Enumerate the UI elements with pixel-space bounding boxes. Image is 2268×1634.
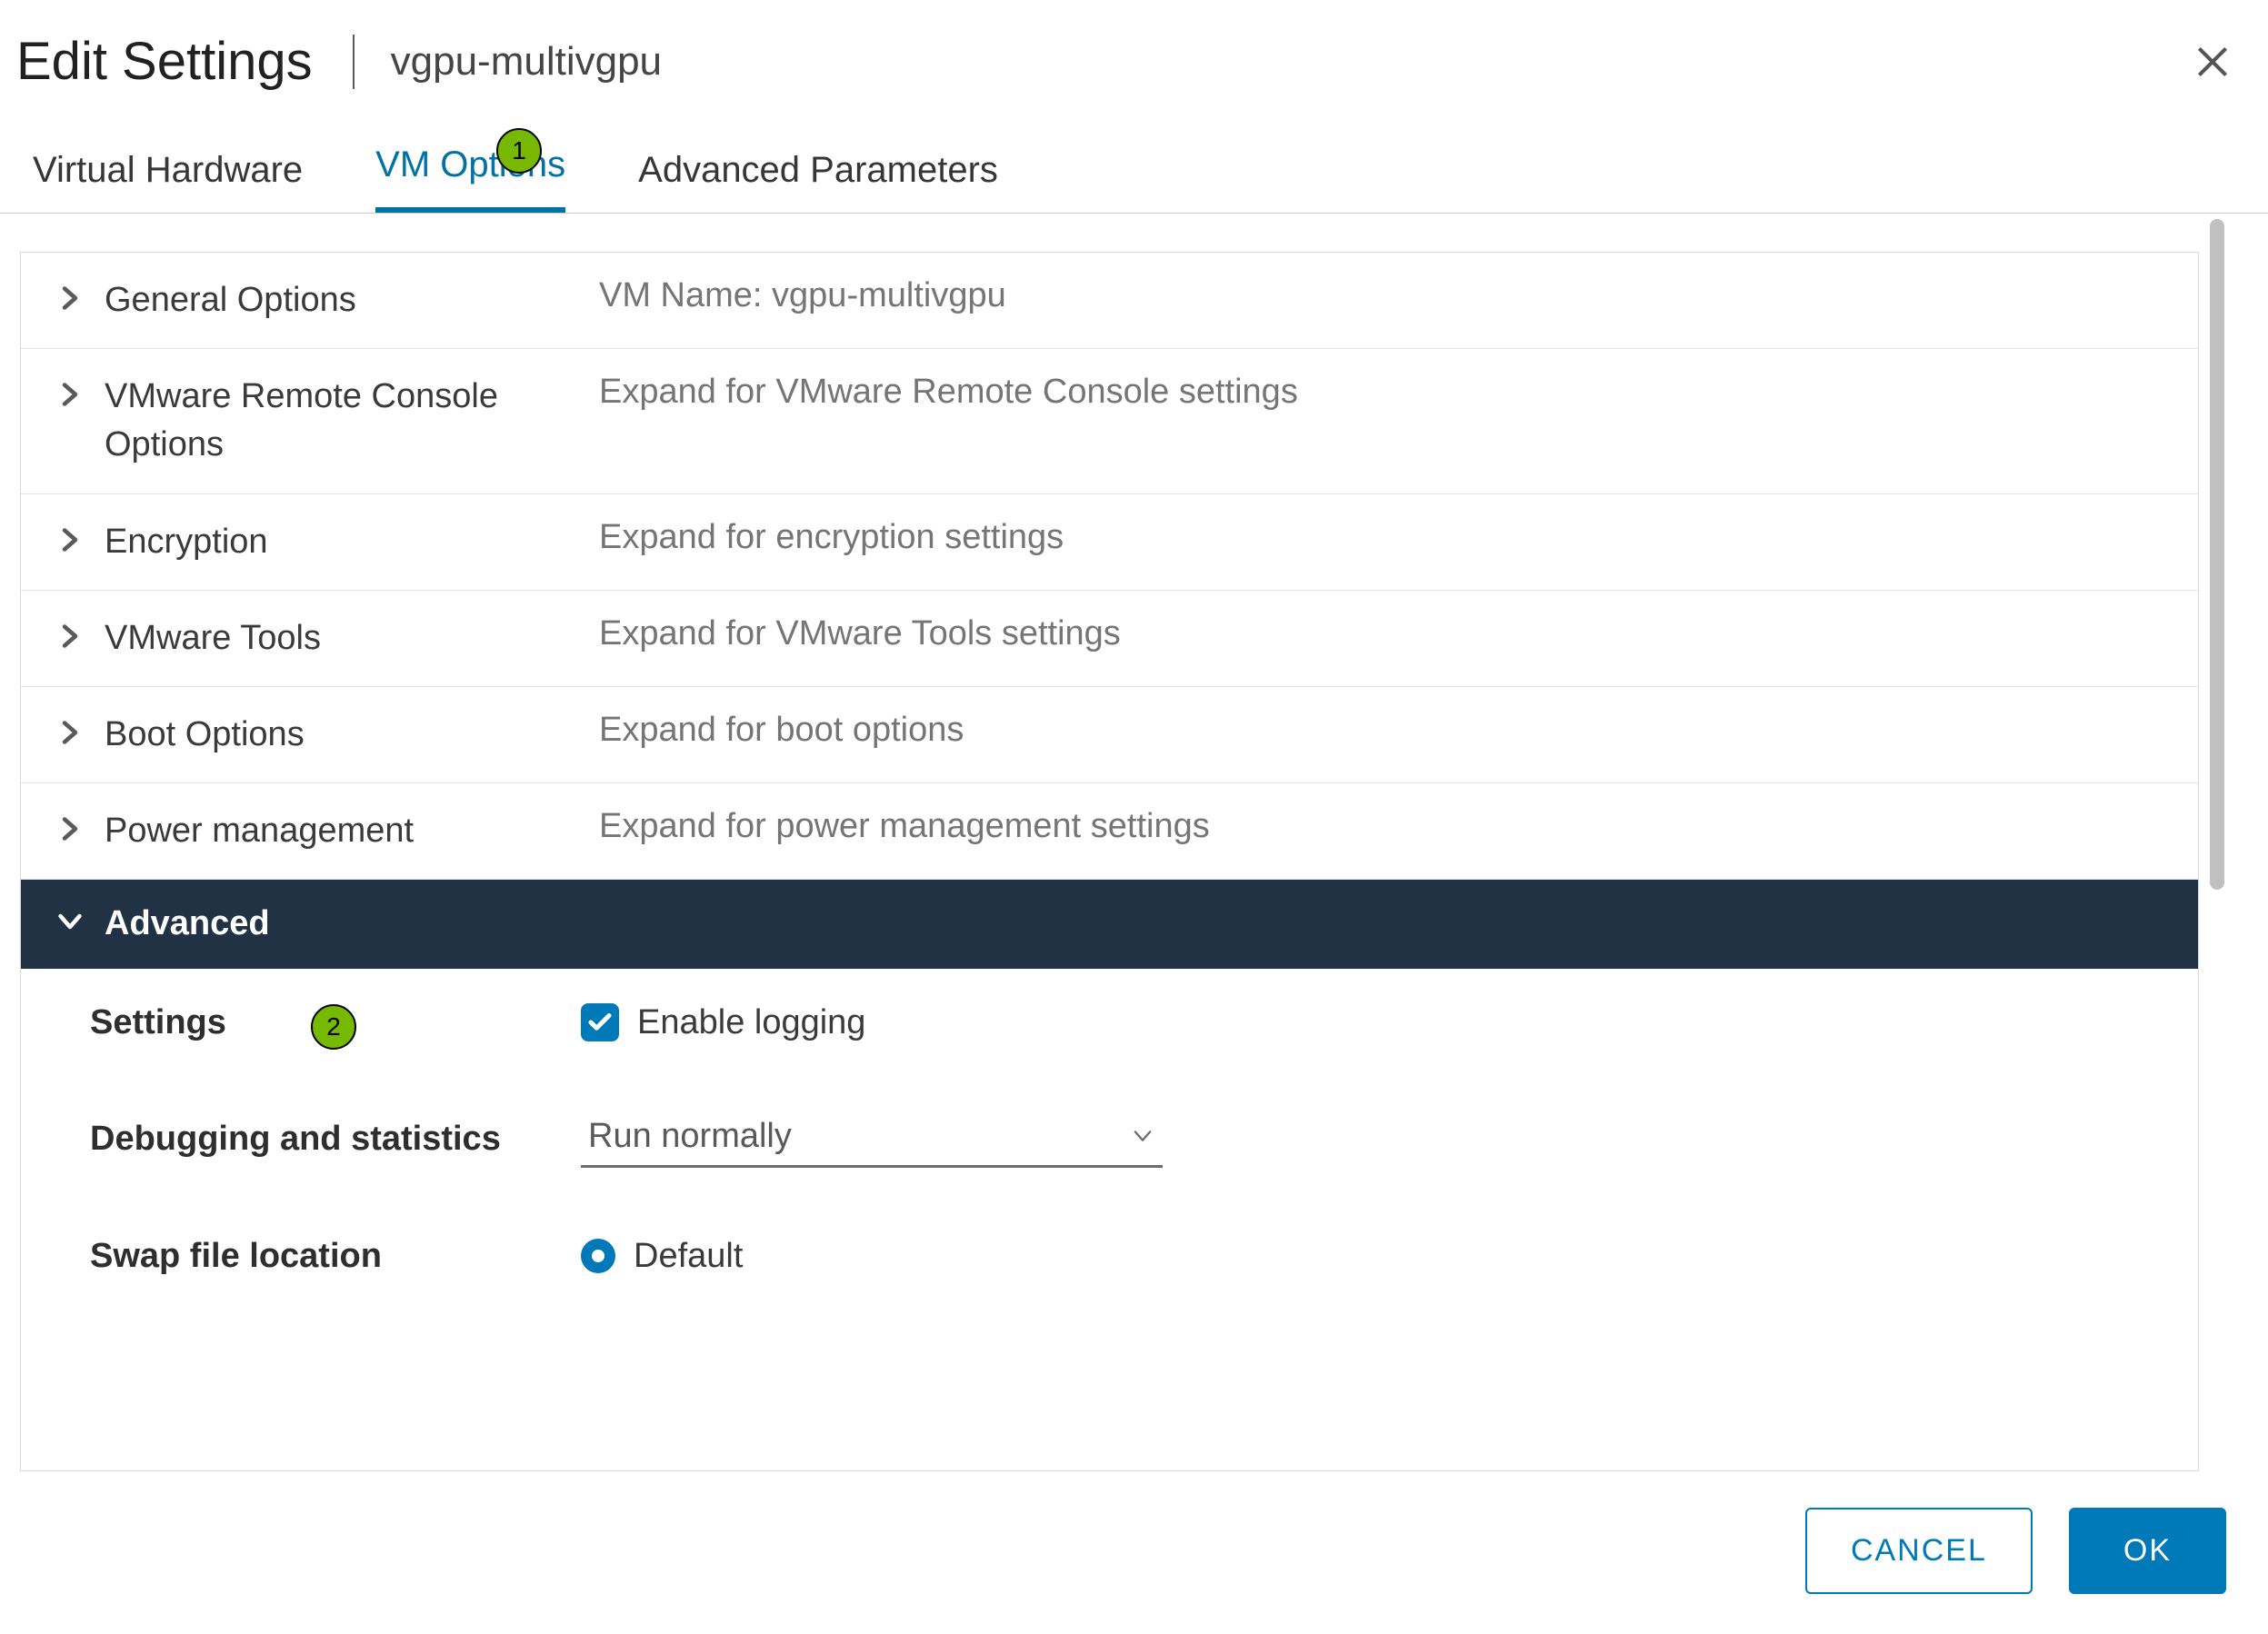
close-button[interactable] [2190, 39, 2235, 85]
row-vmware-tools[interactable]: VMware Tools Expand for VMware Tools set… [21, 590, 2198, 686]
chevron-down-icon [1130, 1123, 1155, 1149]
debug-label: Debugging and statistics [54, 1120, 581, 1159]
dialog-subtitle: vgpu-multivgpu [391, 39, 662, 85]
row-label: Encryption [105, 518, 268, 566]
header-divider [353, 35, 355, 89]
tab-virtual-hardware[interactable]: Virtual Hardware [33, 141, 303, 213]
row-advanced[interactable]: Advanced [21, 879, 2198, 968]
row-desc: Expand for encryption settings [599, 518, 1064, 557]
chevron-right-icon [54, 620, 86, 653]
row-desc: VM Name: vgpu-multivgpu [599, 276, 1006, 315]
row-label: Boot Options [105, 711, 305, 759]
options-panel: General Options VM Name: vgpu-multivgpu … [20, 252, 2199, 1471]
close-icon [2190, 39, 2235, 85]
scrollbar-thumb[interactable] [2210, 219, 2224, 890]
debug-select-value: Run normally [588, 1117, 1130, 1156]
row-label: VMware Remote Console Options [105, 373, 599, 469]
dialog-title: Edit Settings [16, 31, 313, 92]
checkmark-icon [586, 1009, 614, 1036]
body: General Options VM Name: vgpu-multivgpu … [0, 214, 2268, 1471]
scrollbar-track [2199, 214, 2235, 1471]
enable-logging-label: Enable logging [637, 1003, 865, 1042]
row-desc: Expand for VMware Remote Console setting… [599, 373, 1298, 412]
row-desc: Expand for VMware Tools settings [599, 614, 1121, 653]
callout-1: 1 [496, 128, 542, 174]
swap-label: Swap file location [54, 1237, 581, 1276]
enable-logging-checkbox[interactable] [581, 1003, 619, 1041]
advanced-debug-row: Debugging and statistics Run normally [54, 1077, 2165, 1202]
chevron-right-icon [54, 523, 86, 556]
row-label: Power management [105, 807, 414, 855]
chevron-down-icon [54, 905, 86, 938]
advanced-swap-row: Swap file location Default [54, 1202, 2165, 1310]
chevron-right-icon [54, 378, 86, 411]
dialog-footer: CANCEL OK [0, 1471, 2268, 1634]
cancel-button[interactable]: CANCEL [1805, 1508, 2033, 1594]
swap-default-radio[interactable] [581, 1239, 615, 1273]
swap-default-label: Default [634, 1237, 743, 1276]
row-label: Advanced [105, 900, 270, 948]
ok-button[interactable]: OK [2069, 1508, 2226, 1594]
tab-advanced-parameters[interactable]: Advanced Parameters [638, 141, 998, 213]
row-power-management[interactable]: Power management Expand for power manage… [21, 782, 2198, 879]
callout-2: 2 [311, 1004, 356, 1050]
row-desc: Expand for power management settings [599, 807, 1210, 846]
chevron-right-icon [54, 812, 86, 845]
advanced-settings-row: Settings Enable logging [54, 969, 2165, 1077]
chevron-right-icon [54, 282, 86, 314]
dialog-header: Edit Settings vgpu-multivgpu [0, 0, 2268, 101]
chevron-right-icon [54, 716, 86, 749]
row-boot-options[interactable]: Boot Options Expand for boot options [21, 686, 2198, 782]
row-encryption[interactable]: Encryption Expand for encryption setting… [21, 493, 2198, 590]
row-label: General Options [105, 276, 356, 324]
row-label: VMware Tools [105, 614, 321, 663]
row-desc: Expand for boot options [599, 711, 964, 750]
row-remote-console[interactable]: VMware Remote Console Options Expand for… [21, 348, 2198, 493]
debug-select[interactable]: Run normally [581, 1111, 1163, 1168]
tab-bar: Virtual Hardware VM Options Advanced Par… [0, 101, 2268, 214]
row-general-options[interactable]: General Options VM Name: vgpu-multivgpu [21, 253, 2198, 348]
